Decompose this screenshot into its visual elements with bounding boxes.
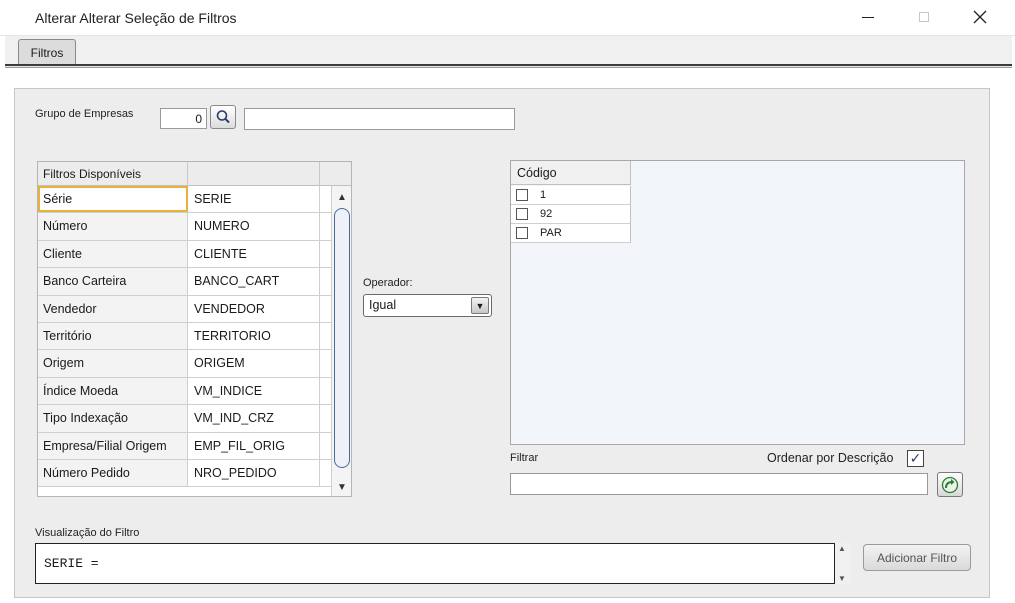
codes-header-filler [631, 161, 964, 185]
refresh-arrow-icon [941, 476, 959, 493]
maximize-button[interactable] [901, 0, 947, 34]
grupo-empresas-label: Grupo de Empresas [35, 108, 134, 120]
filter-field-cell[interactable]: NRO_PEDIDO [188, 459, 320, 487]
code-label: PAR [540, 227, 562, 239]
add-filter-button[interactable]: Adicionar Filtro [863, 544, 971, 571]
minimize-button[interactable] [845, 0, 891, 34]
table-row[interactable]: Origem ORIGEM [38, 350, 332, 378]
grupo-empresas-code-input[interactable]: 0 [160, 108, 207, 129]
filter-field-cell[interactable]: VENDEDOR [188, 295, 320, 322]
code-label: 1 [540, 189, 547, 201]
filter-field-cell[interactable]: EMP_FIL_ORIG [188, 432, 320, 459]
scroll-up-icon[interactable]: ▲ [335, 189, 349, 205]
grid-rows: Série SERIE Número NUMERO Cliente CLIENTE Banc… [38, 186, 332, 488]
table-row[interactable]: Território TERRITORIO [38, 322, 332, 351]
code-label: 92 [540, 208, 553, 220]
grupo-empresas-lookup-button[interactable] [210, 105, 236, 129]
chevron-down-icon[interactable]: ▼ [471, 297, 489, 314]
filter-name-cell[interactable]: Empresa/Filial Origem [38, 432, 188, 459]
grupo-empresas-description-input[interactable] [244, 108, 515, 130]
window-title: Alterar Alterar Seleção de Filtros [35, 10, 237, 26]
filter-name-cell[interactable]: Banco Carteira [38, 268, 188, 295]
filter-name-cell[interactable]: Número Pedido [38, 459, 188, 487]
filter-name-cell[interactable]: Território [38, 322, 188, 350]
list-item[interactable]: 92 [511, 205, 631, 224]
code-checkbox[interactable] [516, 208, 528, 220]
tab-divider [5, 64, 1012, 68]
scroll-up-icon[interactable]: ▲ [838, 544, 846, 553]
filtrar-label: Filtrar [510, 452, 539, 464]
filter-name-cell[interactable]: Cliente [38, 240, 188, 268]
filter-field-cell[interactable]: CLIENTE [188, 240, 320, 268]
scroll-down-icon[interactable]: ▼ [335, 479, 349, 495]
table-row[interactable]: Banco Carteira BANCO_CART [38, 268, 332, 296]
checkmark-icon: ✓ [909, 450, 922, 466]
filter-preview-textbox[interactable]: SERIE = [35, 543, 835, 584]
table-row[interactable]: Índice Moeda VM_INDICE [38, 377, 332, 406]
table-row[interactable]: Tipo Indexação VM_IND_CRZ [38, 405, 332, 433]
available-filters-grid: Filtros Disponíveis Série SERIE Número NUME… [37, 161, 352, 497]
filter-field-cell[interactable]: BANCO_CART [188, 268, 320, 295]
visualizacao-label: Visualização do Filtro [35, 527, 140, 539]
grid-header-field[interactable] [188, 162, 320, 186]
ordenar-label: Ordenar por Descrição [767, 451, 894, 465]
filter-name-cell[interactable]: Origem [38, 350, 188, 377]
filter-field-cell[interactable]: VM_INDICE [188, 377, 320, 405]
filter-field-cell[interactable]: SERIE [188, 186, 320, 213]
operator-value: Igual [369, 298, 397, 312]
minimize-icon [862, 16, 874, 18]
table-row[interactable]: Número Pedido NRO_PEDIDO [38, 459, 332, 488]
list-item[interactable]: PAR [511, 224, 631, 243]
filter-field-cell[interactable]: NUMERO [188, 213, 320, 240]
filter-name-cell[interactable]: Série [38, 186, 188, 213]
scroll-down-icon[interactable]: ▼ [838, 574, 846, 583]
filter-name-cell[interactable]: Vendedor [38, 295, 188, 322]
apply-filter-button[interactable] [937, 472, 963, 497]
grid-scrollbar[interactable]: ▲ ▼ [331, 186, 351, 496]
codes-list: Código 1 92 PAR [510, 160, 965, 445]
operator-select[interactable]: Igual ▼ [363, 294, 492, 317]
tab-filtros[interactable]: Filtros [18, 39, 76, 66]
scroll-thumb[interactable] [334, 208, 350, 468]
filtrar-input[interactable] [510, 473, 928, 495]
ordenar-checkbox[interactable]: ✓ [907, 450, 924, 467]
code-checkbox[interactable] [516, 227, 528, 239]
filter-field-cell[interactable]: ORIGEM [188, 350, 320, 377]
filter-name-cell[interactable]: Tipo Indexação [38, 405, 188, 432]
filter-name-cell[interactable]: Número [38, 213, 188, 240]
codes-header[interactable]: Código [511, 161, 631, 185]
search-icon [216, 110, 230, 124]
table-row[interactable]: Cliente CLIENTE [38, 240, 332, 269]
filter-field-cell[interactable]: VM_IND_CRZ [188, 405, 320, 432]
operator-label: Operador: [363, 277, 413, 289]
window-titlebar: Alterar Alterar Seleção de Filtros [0, 0, 1015, 36]
maximize-icon [919, 12, 929, 22]
table-row[interactable]: Número NUMERO [38, 213, 332, 241]
filter-field-cell[interactable]: TERRITORIO [188, 322, 320, 350]
close-icon [973, 10, 987, 24]
grid-header-filtros[interactable]: Filtros Disponíveis [38, 162, 188, 186]
filter-name-cell[interactable]: Índice Moeda [38, 377, 188, 405]
preview-scrollbar[interactable]: ▲ ▼ [835, 543, 851, 584]
table-row[interactable]: Vendedor VENDEDOR [38, 295, 332, 323]
grid-header: Filtros Disponíveis [38, 162, 351, 186]
table-row[interactable]: Empresa/Filial Origem EMP_FIL_ORIG [38, 432, 332, 460]
code-checkbox[interactable] [516, 189, 528, 201]
close-button[interactable] [957, 0, 1003, 34]
table-row[interactable]: Série SERIE [38, 186, 332, 214]
list-item[interactable]: 1 [511, 186, 631, 205]
